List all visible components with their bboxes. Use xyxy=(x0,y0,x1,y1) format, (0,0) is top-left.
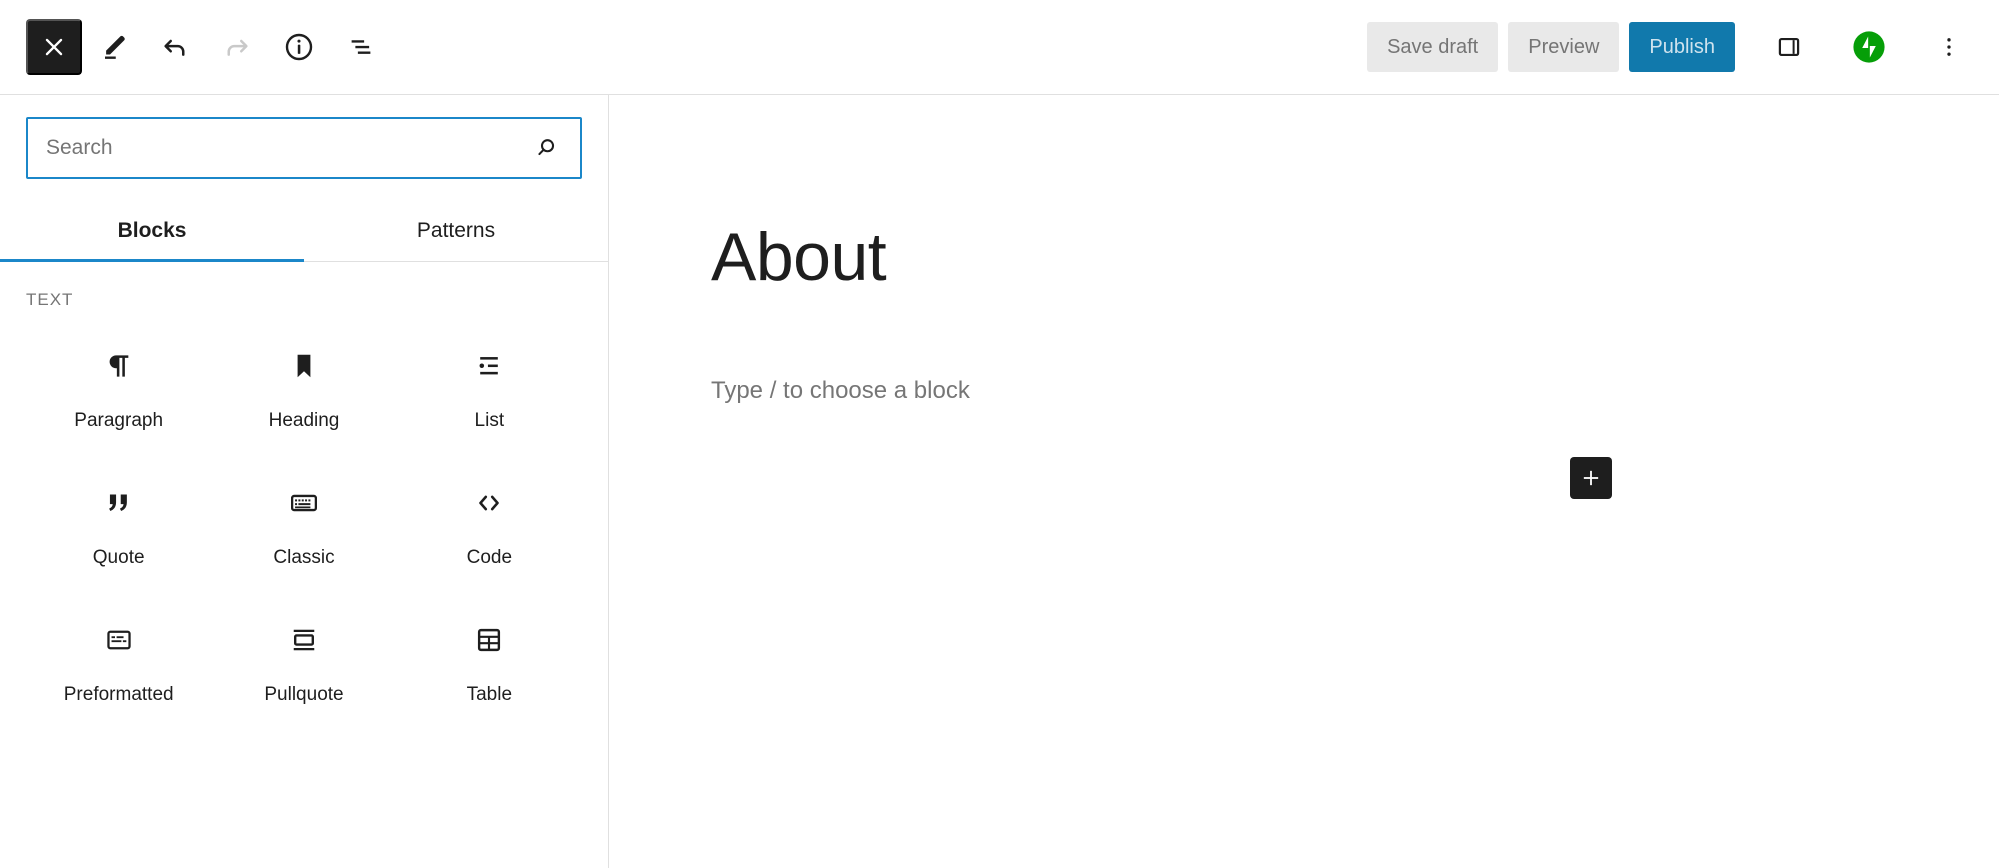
pencil-icon xyxy=(105,35,125,59)
block-item-code[interactable]: Code xyxy=(397,465,582,580)
add-block-button[interactable] xyxy=(1570,457,1612,499)
search-button[interactable] xyxy=(526,128,566,168)
block-item-list[interactable]: List xyxy=(397,328,582,443)
code-icon xyxy=(473,483,505,523)
info-icon xyxy=(285,33,313,61)
block-label: Quote xyxy=(92,546,145,568)
block-item-classic[interactable]: Classic xyxy=(211,465,396,580)
block-label: Pullquote xyxy=(264,683,344,705)
undo-icon xyxy=(164,39,185,56)
tab-blocks[interactable]: Blocks xyxy=(0,201,304,262)
settings-sidebar-toggle-button[interactable] xyxy=(1763,21,1815,73)
search-icon xyxy=(538,139,555,156)
plus-icon xyxy=(1583,470,1599,486)
publish-button[interactable]: Publish xyxy=(1629,22,1735,72)
block-item-quote[interactable]: Quote xyxy=(26,465,211,580)
ellipsis-vertical-icon xyxy=(1947,38,1951,56)
block-label: Paragraph xyxy=(74,410,164,431)
header-left-tools xyxy=(26,16,392,78)
block-label: Preformatted xyxy=(63,683,174,705)
post-title[interactable]: About xyxy=(711,223,887,291)
edit-mode-button[interactable] xyxy=(82,16,144,78)
list-view-icon xyxy=(351,40,371,54)
empty-block-placeholder[interactable]: Type / to choose a block xyxy=(711,377,970,405)
tab-patterns[interactable]: Patterns xyxy=(304,201,608,261)
block-label: Code xyxy=(466,546,513,568)
block-item-preformatted[interactable]: Preformatted xyxy=(26,602,211,717)
block-grid: Paragraph Heading List Quote Classic Cod… xyxy=(26,328,582,716)
block-item-table[interactable]: Table xyxy=(397,602,582,717)
editor-canvas: About Type / to choose a block xyxy=(609,95,1999,868)
preview-button[interactable]: Preview xyxy=(1508,22,1620,72)
save-draft-button[interactable]: Save draft xyxy=(1367,22,1499,72)
jetpack-button[interactable] xyxy=(1843,21,1895,73)
block-item-heading[interactable]: Heading xyxy=(211,328,396,443)
block-item-pullquote[interactable]: Pullquote xyxy=(211,602,396,717)
block-label: Heading xyxy=(268,410,340,431)
jetpack-icon xyxy=(1853,31,1885,63)
search-input[interactable] xyxy=(46,119,526,177)
block-list-panel: TEXT Paragraph Heading List Quote Classi… xyxy=(0,262,608,868)
classic-keyboard-icon xyxy=(288,483,320,523)
editor-header: Save draft Preview Publish xyxy=(0,0,1999,95)
pullquote-icon xyxy=(288,620,320,660)
sidebar-toggle-icon xyxy=(1778,37,1800,57)
more-options-button[interactable] xyxy=(1923,21,1975,73)
undo-button[interactable] xyxy=(144,16,206,78)
inserter-tabs: Blocks Patterns xyxy=(0,201,608,262)
heading-icon xyxy=(288,346,320,386)
block-item-paragraph[interactable]: Paragraph xyxy=(26,328,211,443)
preformatted-icon xyxy=(103,620,135,660)
table-icon xyxy=(473,620,505,660)
close-icon xyxy=(45,38,63,56)
paragraph-icon xyxy=(103,346,135,386)
block-label: Classic xyxy=(273,546,335,568)
editor-body: Blocks Patterns TEXT Paragraph xyxy=(0,95,1999,868)
list-view-button[interactable] xyxy=(330,16,392,78)
block-inserter-panel: Blocks Patterns TEXT Paragraph xyxy=(0,95,609,868)
header-right-actions: Save draft Preview Publish xyxy=(1367,21,1975,73)
block-label: Table xyxy=(466,683,513,705)
list-icon xyxy=(473,346,505,386)
redo-button[interactable] xyxy=(206,16,268,78)
redo-icon xyxy=(227,39,248,56)
details-info-button[interactable] xyxy=(268,16,330,78)
search-container xyxy=(0,95,608,179)
close-inserter-button[interactable] xyxy=(26,19,82,75)
search-field[interactable] xyxy=(26,117,582,179)
category-heading-text: TEXT xyxy=(26,290,74,309)
block-label: List xyxy=(474,410,505,431)
quote-icon xyxy=(103,483,135,523)
